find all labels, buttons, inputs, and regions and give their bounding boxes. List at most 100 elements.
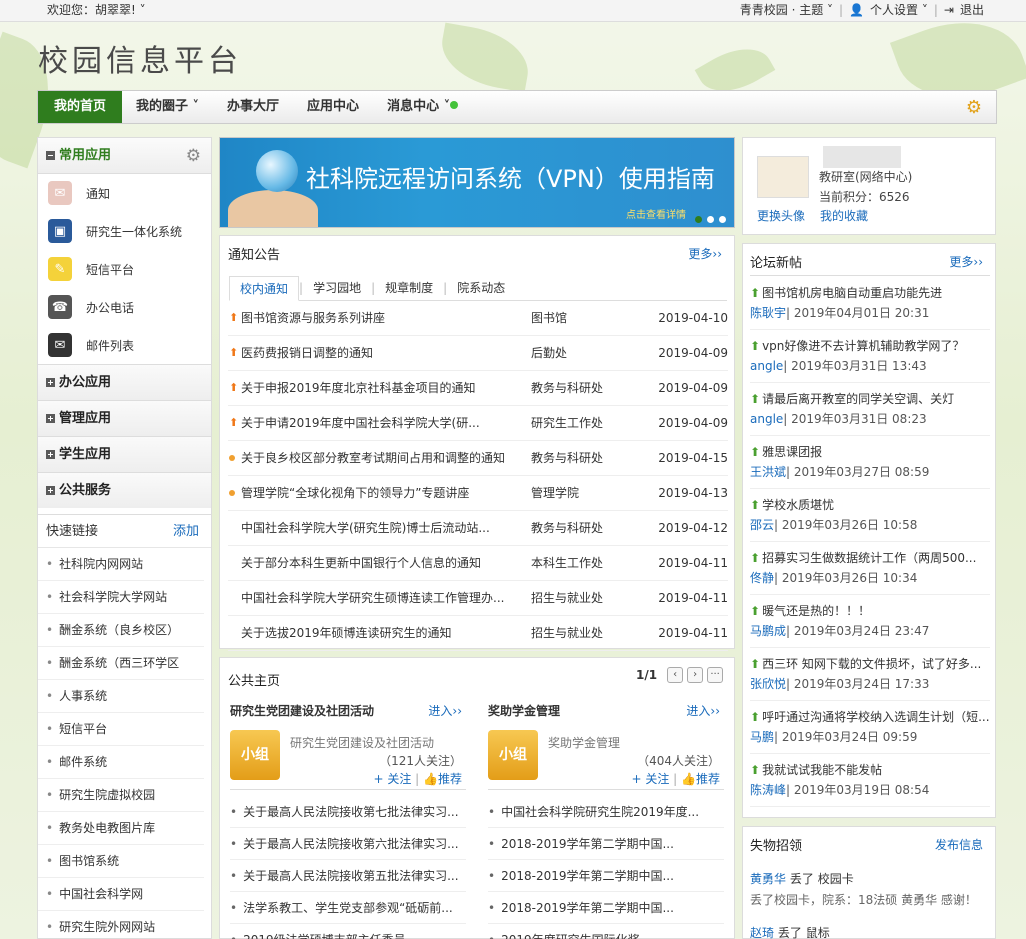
forum-post-author[interactable]: angle — [750, 412, 783, 426]
club-post[interactable]: 关于最高人民法院接收第七批法律实习... — [230, 796, 466, 828]
notice-row[interactable]: ⬆ 关于申报2019年度北京社科基金项目的通知 教务与科研处 2019-04-09 — [228, 371, 728, 406]
forum-post-title[interactable]: 学校水质堪忧 — [762, 498, 834, 512]
recommend-button[interactable]: 推荐 — [438, 772, 462, 786]
club-post[interactable]: 2018-2019学年第二学期中国... — [488, 892, 724, 924]
recommend-button[interactable]: 推荐 — [696, 772, 720, 786]
club-enter-link[interactable]: 进入›› — [686, 702, 720, 719]
quick-link[interactable]: 人事系统 — [38, 680, 204, 713]
carousel-dot[interactable] — [707, 216, 714, 223]
quick-link[interactable]: 酬金系统（西三环学区 — [38, 647, 204, 680]
forum-post-title[interactable]: vpn好像进不去计算机辅助教学网了？ — [762, 339, 964, 353]
notice-title[interactable]: 中国社会科学院大学(研究生院)博士后流动站... — [241, 511, 521, 545]
notice-row[interactable]: 关于选拔2019年硕博连读研究生的通知 招生与就业处 2019-04-11 — [228, 616, 728, 651]
tab-study[interactable]: 学习园地 — [303, 276, 371, 301]
notice-title[interactable]: 中国社会科学院大学研究生硕博连读工作管理办... — [241, 581, 521, 615]
forum-post-title[interactable]: 暖气还是热的！！！ — [762, 604, 870, 618]
nav-message-center[interactable]: 消息中心 ˅ — [373, 91, 472, 123]
quick-link[interactable]: 短信平台 — [38, 713, 204, 746]
app-item[interactable]: ☎ 办公电话 — [38, 288, 211, 326]
gear-icon[interactable]: ⚙ — [186, 138, 201, 174]
nav-my-circles[interactable]: 我的圈子 ˅ — [122, 91, 213, 123]
forum-post-title[interactable]: 请最后离开教室的同学关空调、关灯 — [762, 392, 954, 406]
forum-post-author[interactable]: 王洪斌 — [750, 465, 786, 479]
app-item[interactable]: ▣ 研究生一体化系统 — [38, 212, 211, 250]
forum-post-author[interactable]: 张欣悦 — [750, 677, 786, 691]
follow-button[interactable]: + 关注 — [373, 772, 411, 786]
app-group[interactable]: 管理应用 — [38, 400, 211, 436]
forum-post-author[interactable]: 陈涛峰 — [750, 783, 786, 797]
notice-row[interactable]: ⬆ 医药费报销日调整的通知 后勤处 2019-04-09 — [228, 336, 728, 371]
quick-link[interactable]: 社会科学院大学网站 — [38, 581, 204, 614]
tab-campus-notice[interactable]: 校内通知 — [229, 276, 300, 301]
quick-link[interactable]: 中国社会科学网 — [38, 878, 204, 911]
tab-department-news[interactable]: 院系动态 — [447, 276, 515, 301]
notice-title[interactable]: 关于申请2019年度中国社会科学院大学(研... — [241, 406, 521, 440]
notice-row[interactable]: 关于部分本科生更新中国银行个人信息的通知 本科生工作处 2019-04-11 — [228, 546, 728, 581]
nav-service-hall[interactable]: 办事大厅 — [213, 91, 293, 123]
forum-post-author[interactable]: 马鹏 — [750, 730, 774, 744]
app-item[interactable]: ✉ 邮件列表 — [38, 326, 211, 364]
notice-row[interactable]: ⬆ 关于申请2019年度中国社会科学院大学(研... 研究生工作处 2019-04-0… — [228, 406, 728, 441]
nav-app-center[interactable]: 应用中心 — [293, 91, 373, 123]
theme-menu[interactable]: 青青校园 · 主题 ˅ — [740, 0, 833, 20]
follow-button[interactable]: + 关注 — [631, 772, 669, 786]
avatar[interactable] — [757, 156, 809, 198]
app-group[interactable]: 办公应用 — [38, 364, 211, 400]
notice-row[interactable]: 中国社会科学院大学(研究生院)博士后流动站... 教务与科研处 2019-04-12 — [228, 511, 728, 546]
change-avatar-link[interactable]: 更换头像 — [757, 207, 805, 224]
add-link-button[interactable]: 添加 — [173, 515, 199, 549]
forum-post-title[interactable]: 雅思课团报 — [762, 445, 822, 459]
carousel-dot[interactable] — [695, 216, 702, 223]
lost-entry-name[interactable]: 黄勇华 — [750, 872, 786, 886]
notices-more-link[interactable]: 更多›› — [688, 245, 722, 262]
notice-title[interactable]: 关于良乡校区部分教室考试期间占用和调整的通知 — [241, 441, 521, 475]
prev-page-icon[interactable]: ‹ — [667, 667, 684, 683]
notice-title[interactable]: 关于选拔2019年硕博连读研究生的通知 — [241, 616, 521, 650]
common-apps-header[interactable]: 常用应用 ⚙ — [38, 138, 211, 174]
personal-settings-menu[interactable]: 个人设置 ˅ — [870, 0, 928, 20]
notice-row[interactable]: ⬆ 图书馆资源与服务系列讲座 图书馆 2019-04-10 — [228, 301, 728, 336]
forum-post-author[interactable]: angle — [750, 359, 783, 373]
gear-icon[interactable]: ⚙ — [966, 97, 982, 118]
tab-rules[interactable]: 规章制度 — [375, 276, 443, 301]
forum-post-author[interactable]: 佟静 — [750, 571, 774, 585]
logout-link[interactable]: 退出 — [960, 0, 984, 20]
club-post[interactable]: 2019年度研究生国际化奖... — [488, 924, 724, 939]
quick-link[interactable]: 酬金系统（良乡校区） — [38, 614, 204, 647]
notice-row[interactable]: 关于良乡校区部分教室考试期间占用和调整的通知 教务与科研处 2019-04-15 — [228, 441, 728, 476]
lost-entry[interactable]: 赵琦 丢了 鼠标 — [750, 924, 830, 939]
notice-title[interactable]: 图书馆资源与服务系列讲座 — [241, 301, 521, 335]
club-post[interactable]: 2018-2019学年第二学期中国... — [488, 828, 724, 860]
carousel-dot[interactable] — [719, 216, 726, 223]
club-post[interactable]: 2019级法学硕博支部主任委员... — [230, 924, 466, 939]
forum-post-author[interactable]: 陈耿宇 — [750, 306, 786, 320]
club-post[interactable]: 中国社会科学院研究生院2019年度... — [488, 796, 724, 828]
club-post[interactable]: 关于最高人民法院接收第六批法律实习... — [230, 828, 466, 860]
club-post[interactable]: 法学系教工、学生党支部参观“砥砺前... — [230, 892, 466, 924]
notice-title[interactable]: 关于申报2019年度北京社科基金项目的通知 — [241, 371, 521, 405]
quick-link[interactable]: 研究生院外网网站 — [38, 911, 204, 939]
forum-post-title[interactable]: 西三环 知网下载的文件损坏，试了好多... — [762, 657, 981, 671]
notice-row[interactable]: 中国社会科学院大学研究生硕博连读工作管理办... 招生与就业处 2019-04-11 — [228, 581, 728, 616]
notice-title[interactable]: 管理学院“全球化视角下的领导力”专题讲座 — [241, 476, 521, 510]
forum-post-title[interactable]: 图书馆机房电脑自动重启功能先进 — [762, 286, 942, 300]
app-group[interactable]: 学生应用 — [38, 436, 211, 472]
forum-post-title[interactable]: 呼吁通过沟通将学校纳入选调生计划（短... — [762, 710, 989, 724]
lost-entry-name[interactable]: 赵琦 — [750, 926, 774, 939]
forum-post-title[interactable]: 我就试试我能不能发帖 — [762, 763, 882, 777]
quick-link[interactable]: 邮件系统 — [38, 746, 204, 779]
nav-home[interactable]: 我的首页 — [38, 91, 122, 123]
welcome-user-menu[interactable]: 欢迎您：胡翠翠! ˅ — [47, 0, 146, 20]
app-item[interactable]: ✎ 短信平台 — [38, 250, 211, 288]
my-favorites-link[interactable]: 我的收藏 — [820, 207, 868, 224]
forum-post-author[interactable]: 邵云 — [750, 518, 774, 532]
notice-title[interactable]: 关于部分本科生更新中国银行个人信息的通知 — [241, 546, 521, 580]
app-group[interactable]: 公共服务 — [38, 472, 211, 508]
forum-more-link[interactable]: 更多›› — [949, 253, 983, 270]
quick-link[interactable]: 教务处电教图片库 — [38, 812, 204, 845]
forum-post-author[interactable]: 马鹏成 — [750, 624, 786, 638]
lost-entry[interactable]: 黄勇华 丢了 校园卡 — [750, 870, 854, 887]
club-post[interactable]: 2018-2019学年第二学期中国... — [488, 860, 724, 892]
forum-post-title[interactable]: 招募实习生做数据统计工作（两周500... — [762, 551, 976, 565]
quick-link[interactable]: 研究生院虚拟校园 — [38, 779, 204, 812]
